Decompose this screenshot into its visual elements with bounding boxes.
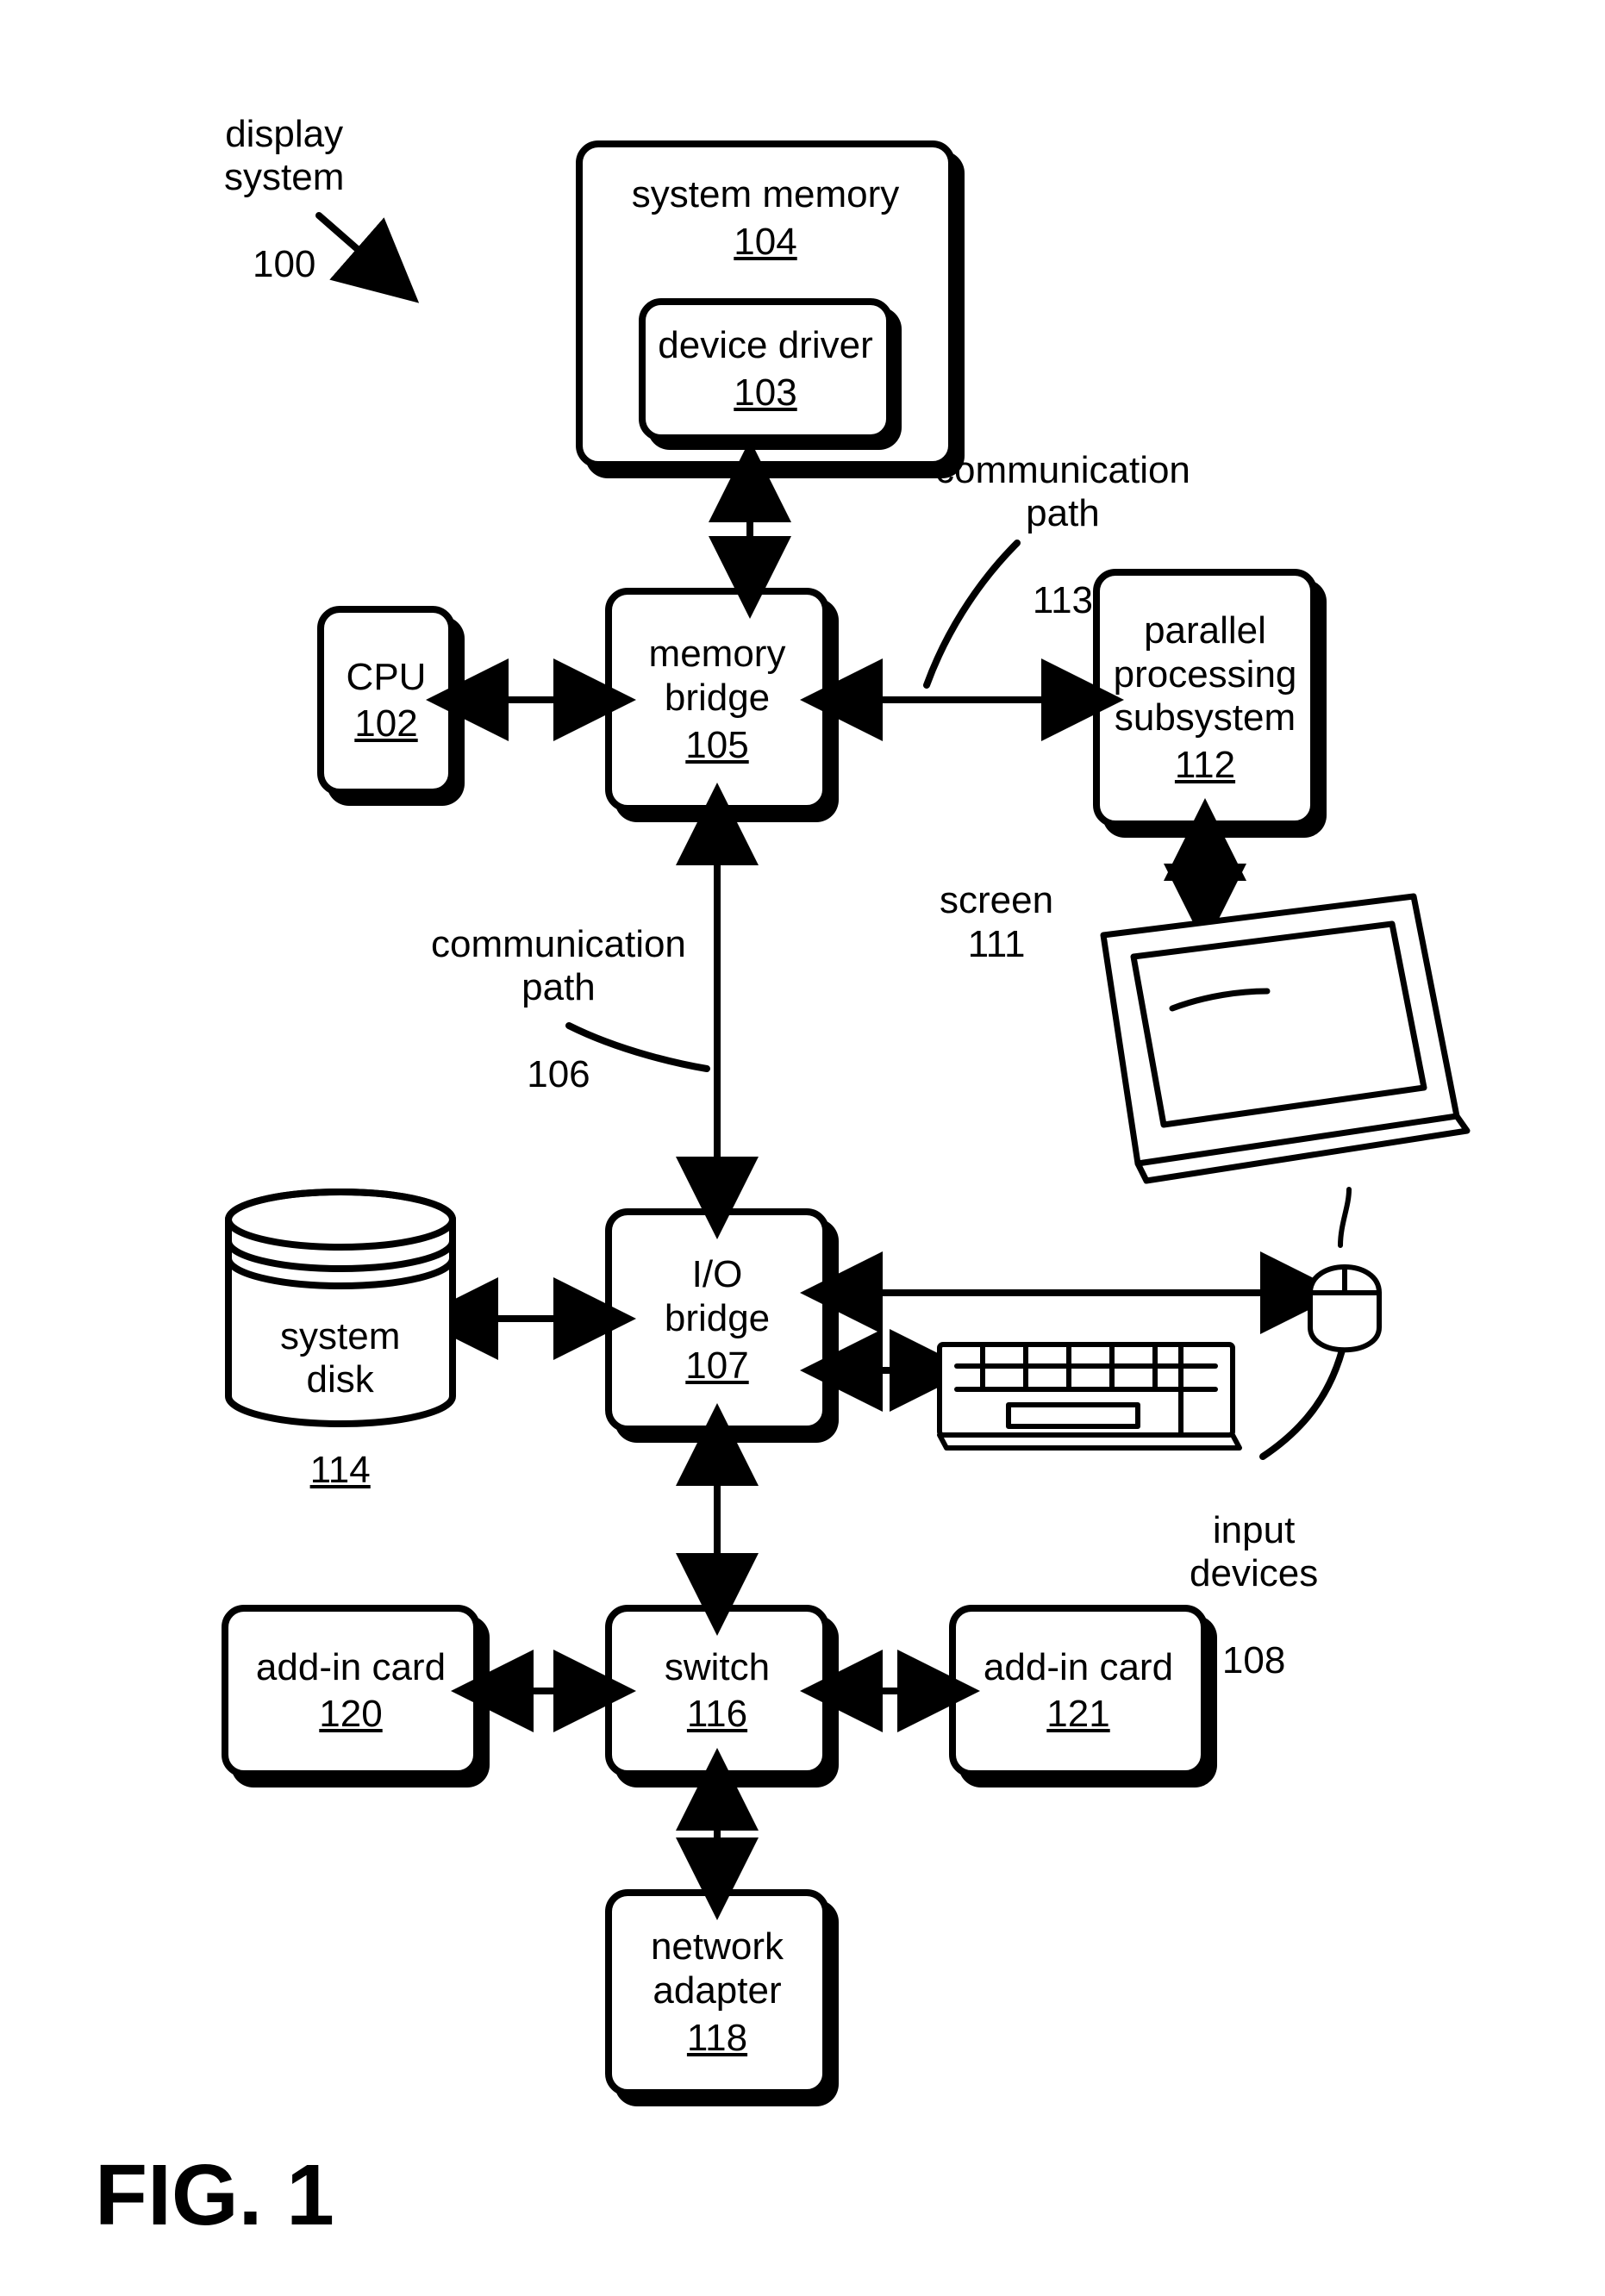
cpu-box: CPU 102 bbox=[317, 606, 455, 795]
addin-120-label: add-in card bbox=[256, 1646, 446, 1690]
display-system-text: display system bbox=[224, 113, 344, 199]
addin-card-120-box: add-in card 120 bbox=[222, 1605, 480, 1777]
addin-120-num: 120 bbox=[319, 1693, 382, 1736]
network-adapter-box: network adapter 118 bbox=[605, 1889, 829, 2096]
io-bridge-num: 107 bbox=[685, 1345, 748, 1388]
screen-num: 111 bbox=[968, 923, 1026, 965]
switch-label: switch bbox=[665, 1646, 770, 1690]
input-devices-text: input devices bbox=[1190, 1509, 1318, 1595]
display-system-label: display system 100 bbox=[224, 69, 344, 287]
cpu-label: CPU bbox=[347, 656, 427, 700]
switch-box: switch 116 bbox=[605, 1605, 829, 1777]
system-memory-num: 104 bbox=[734, 221, 796, 264]
device-driver-box: device driver 103 bbox=[639, 298, 893, 441]
device-driver-num: 103 bbox=[734, 371, 796, 415]
screen-text: screen bbox=[940, 879, 1053, 921]
system-disk-text: system disk bbox=[280, 1315, 400, 1401]
memory-bridge-box: memory bridge 105 bbox=[605, 588, 829, 812]
comm-path-106-label: communication path 106 bbox=[431, 879, 686, 1097]
io-bridge-label: I/O bridge bbox=[665, 1253, 770, 1340]
keyboard-icon bbox=[940, 1345, 1240, 1448]
net-adapter-label: network adapter bbox=[651, 1925, 784, 2012]
input-devices-label: input devices 108 bbox=[1190, 1465, 1318, 1683]
pps-num: 112 bbox=[1175, 744, 1235, 787]
system-memory-label: system memory bbox=[632, 173, 899, 217]
screen-icon bbox=[1103, 896, 1467, 1181]
memory-bridge-num: 105 bbox=[685, 724, 748, 767]
addin-card-121-box: add-in card 121 bbox=[949, 1605, 1208, 1777]
comm-path-113-num: 113 bbox=[1033, 579, 1093, 621]
comm-path-106-text: communication path bbox=[431, 923, 686, 1009]
system-disk-label: system disk 114 bbox=[280, 1271, 400, 1493]
comm-path-113-label: communication path 113 bbox=[935, 405, 1190, 623]
input-devices-num: 108 bbox=[1222, 1639, 1285, 1681]
display-system-num: 100 bbox=[253, 243, 315, 285]
screen-label: screen 111 bbox=[940, 879, 1053, 966]
net-adapter-num: 118 bbox=[687, 2017, 747, 2060]
io-bridge-box: I/O bridge 107 bbox=[605, 1208, 829, 1432]
addin-121-num: 121 bbox=[1046, 1693, 1109, 1736]
system-disk-num: 114 bbox=[310, 1449, 371, 1493]
diagram-canvas: system memory 104 device driver 103 CPU … bbox=[0, 0, 1605, 2296]
mouse-icon bbox=[1310, 1189, 1379, 1350]
comm-path-106-num: 106 bbox=[527, 1053, 590, 1095]
system-memory-box: system memory 104 device driver 103 bbox=[576, 140, 955, 468]
comm-path-113-text: communication path bbox=[935, 449, 1190, 535]
switch-num: 116 bbox=[687, 1693, 747, 1736]
addin-121-label: add-in card bbox=[984, 1646, 1173, 1690]
pps-label: parallel processing subsystem bbox=[1114, 609, 1297, 740]
cpu-num: 102 bbox=[354, 702, 417, 746]
device-driver-label: device driver bbox=[658, 324, 872, 368]
figure-label: FIG. 1 bbox=[95, 2146, 334, 2245]
memory-bridge-label: memory bridge bbox=[649, 633, 786, 720]
